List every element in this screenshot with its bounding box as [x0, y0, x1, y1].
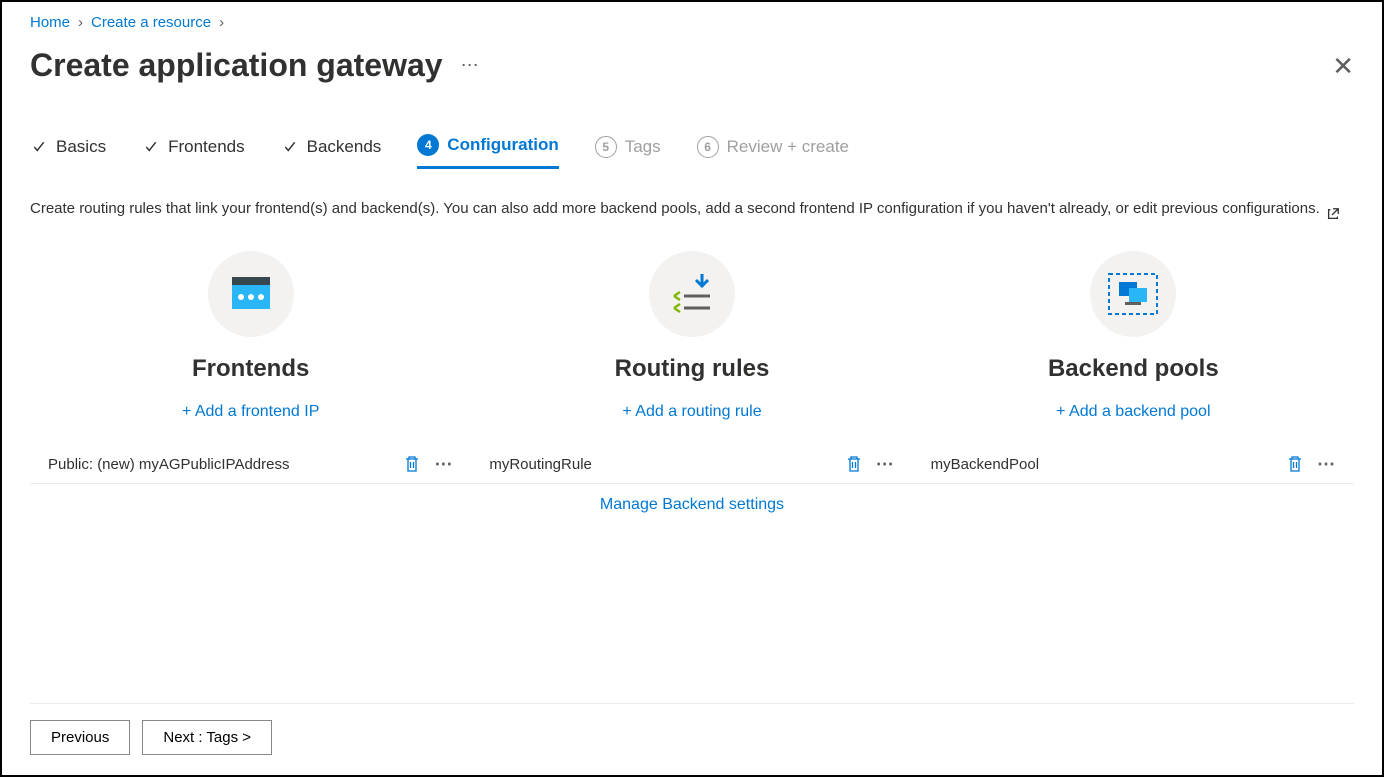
tab-configuration-label: Configuration — [447, 135, 558, 155]
routing-rules-title: Routing rules — [615, 355, 770, 383]
trash-icon[interactable] — [404, 455, 420, 473]
external-link-icon[interactable] — [1326, 207, 1340, 221]
backend-pool-item-label[interactable]: myBackendPool — [931, 456, 1039, 473]
tab-tags-label: Tags — [625, 137, 661, 157]
previous-button[interactable]: Previous — [30, 720, 130, 755]
backend-pools-title: Backend pools — [1048, 355, 1219, 383]
tab-backends-label: Backends — [307, 137, 382, 157]
breadcrumb: Home › Create a resource › — [30, 14, 1354, 47]
trash-icon[interactable] — [1287, 455, 1303, 473]
tab-backends[interactable]: Backends — [281, 134, 382, 169]
check-icon — [281, 140, 299, 154]
frontend-item-label[interactable]: Public: (new) myAGPublicIPAddress — [48, 456, 289, 473]
routing-rules-column: Routing rules + Add a routing rule myRou… — [471, 251, 912, 514]
step-number-icon: 6 — [697, 136, 719, 158]
backend-pools-column: Backend pools + Add a backend pool myBac… — [913, 251, 1354, 514]
step-number-icon: 5 — [595, 136, 617, 158]
more-icon[interactable]: ⋯ — [1317, 460, 1336, 469]
tab-review-label: Review + create — [727, 137, 849, 157]
add-frontend-ip-link[interactable]: + Add a frontend IP — [182, 403, 319, 421]
breadcrumb-create-resource[interactable]: Create a resource — [91, 14, 211, 31]
frontends-icon — [208, 251, 294, 337]
check-icon — [142, 140, 160, 154]
frontends-title: Frontends — [192, 355, 309, 383]
tab-basics[interactable]: Basics — [30, 134, 106, 169]
backend-pools-icon — [1090, 251, 1176, 337]
add-routing-rule-link[interactable]: + Add a routing rule — [622, 403, 761, 421]
check-icon — [30, 140, 48, 154]
more-icon[interactable]: ⋯ — [461, 55, 480, 76]
next-button[interactable]: Next : Tags > — [142, 720, 272, 755]
trash-icon[interactable] — [846, 455, 862, 473]
more-icon[interactable]: ⋯ — [876, 460, 895, 469]
tab-basics-label: Basics — [56, 137, 106, 157]
tab-configuration[interactable]: 4 Configuration — [417, 134, 558, 169]
frontends-column: Frontends + Add a frontend IP Public: (n… — [30, 251, 471, 514]
routing-rule-item-row: myRoutingRule ⋯ — [471, 445, 912, 484]
chevron-right-icon: › — [78, 14, 83, 31]
tab-frontends[interactable]: Frontends — [142, 134, 245, 169]
tab-frontends-label: Frontends — [168, 137, 245, 157]
chevron-right-icon: › — [219, 14, 224, 31]
page-title: Create application gateway — [30, 47, 443, 84]
more-icon[interactable]: ⋯ — [434, 460, 453, 469]
close-icon[interactable]: ✕ — [1332, 53, 1354, 79]
manage-backend-settings-link[interactable]: Manage Backend settings — [471, 484, 912, 514]
tab-review-create[interactable]: 6 Review + create — [697, 134, 849, 169]
backend-pool-item-row: myBackendPool ⋯ — [913, 445, 1354, 484]
frontend-item-row: Public: (new) myAGPublicIPAddress ⋯ — [30, 445, 471, 484]
configuration-description: Create routing rules that link your fron… — [30, 197, 1354, 251]
wizard-tabs: Basics Frontends Backends 4 Configuratio… — [30, 134, 1354, 169]
routing-rules-icon — [649, 251, 735, 337]
routing-rule-item-label[interactable]: myRoutingRule — [489, 456, 592, 473]
add-backend-pool-link[interactable]: + Add a backend pool — [1056, 403, 1210, 421]
tab-tags[interactable]: 5 Tags — [595, 134, 661, 169]
step-number-icon: 4 — [417, 134, 439, 156]
wizard-footer: Previous Next : Tags > — [30, 703, 1354, 755]
breadcrumb-home[interactable]: Home — [30, 14, 70, 31]
